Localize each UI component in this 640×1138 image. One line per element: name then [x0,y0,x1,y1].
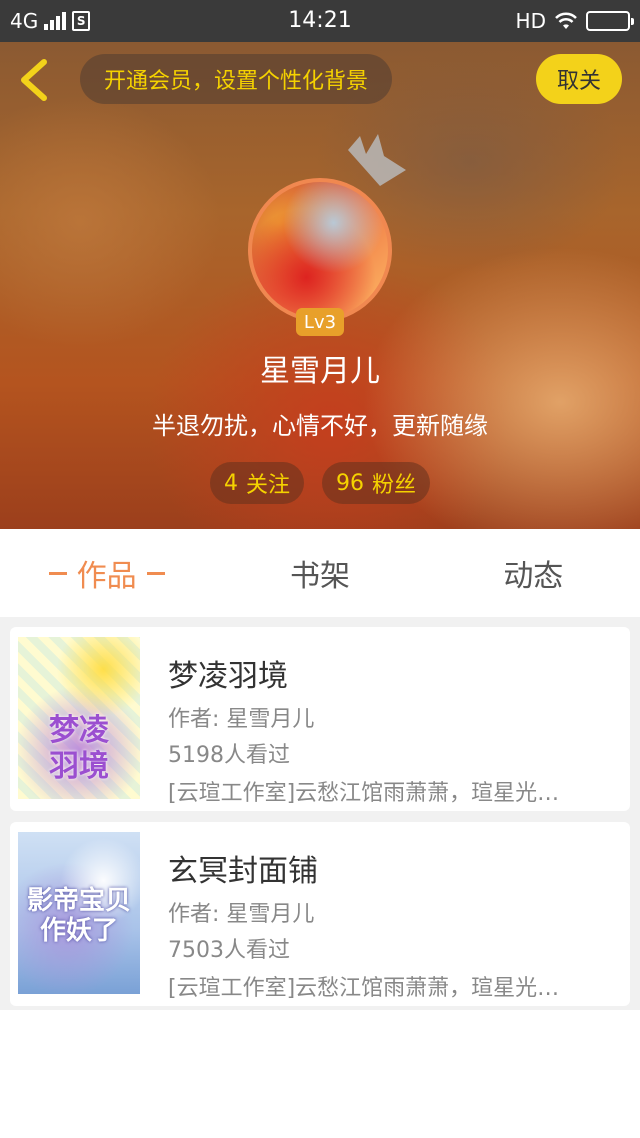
tab-works[interactable]: 作品 [0,529,213,617]
status-bar: 4G S 14:21 HD [0,0,640,42]
book-views: 7503人看过 [168,938,290,963]
book-views: 5198人看过 [168,743,290,768]
bio-text: 半退勿扰，心情不好，更新随缘 [152,412,488,440]
following-count: 4 [223,470,238,496]
book-author: 作者: 星雪月儿 [168,902,315,927]
tab-activity-label: 动态 [503,559,564,594]
following-stat[interactable]: 4 关注 [210,462,304,504]
profile-tabs: 作品 书架 动态 [0,529,640,617]
tab-activity[interactable]: 动态 [427,529,640,617]
fans-count: 96 [335,470,364,496]
following-label: 关注 [245,473,290,498]
book-author: 作者: 星雪月儿 [168,707,315,732]
tab-indicator-right [146,571,165,575]
back-icon[interactable] [14,56,54,104]
vip-background-prompt[interactable]: 开通会员，设置个性化背景 [80,54,392,104]
book-description: [云瑄工作室]云愁江馆雨萧萧，瑄星光… [168,781,560,806]
book-title: 梦凌羽境 [168,659,288,694]
cover-title: 影帝宝贝 作妖了 [26,886,131,946]
level-badge: Lv3 [296,308,344,336]
tab-bookshelf[interactable]: 书架 [213,529,426,617]
book-cover[interactable]: 梦凌 羽境 [18,637,140,799]
username: 星雪月儿 [260,354,380,389]
fans-stat[interactable]: 96 粉丝 [322,462,430,504]
tab-works-label: 作品 [76,559,137,594]
status-right: HD [515,0,634,42]
crown-icon [348,134,406,186]
tab-bookshelf-label: 书架 [289,559,350,594]
book-description: [云瑄工作室]云愁江馆雨萧萧，瑄星光… [168,976,560,1001]
profile-screen: 4G S 14:21 HD 开通会员，设置个性化背景 取关 Lv3 星雪月儿 半… [0,0,640,1138]
book-title: 玄冥封面铺 [168,854,318,889]
cover-title: 梦凌 羽境 [49,713,109,784]
book-card[interactable]: 梦凌 羽境 梦凌羽境 作者: 星雪月儿 5198人看过 [云瑄工作室]云愁江馆雨… [10,627,630,811]
fans-label: 粉丝 [371,473,416,498]
tab-indicator-left [48,571,67,575]
book-cover[interactable]: 影帝宝贝 作妖了 [18,832,140,994]
works-list: 梦凌 羽境 梦凌羽境 作者: 星雪月儿 5198人看过 [云瑄工作室]云愁江馆雨… [0,617,640,1010]
book-card[interactable]: 影帝宝贝 作妖了 玄冥封面铺 作者: 星雪月儿 7503人看过 [云瑄工作室]云… [10,822,630,1006]
avatar[interactable] [248,178,392,322]
battery-icon [586,11,634,31]
profile-header: 开通会员，设置个性化背景 取关 Lv3 星雪月儿 半退勿扰，心情不好，更新随缘 … [0,42,640,529]
hd-indicator: HD [515,9,546,33]
unfollow-button[interactable]: 取关 [536,54,622,104]
wifi-icon [555,12,577,29]
